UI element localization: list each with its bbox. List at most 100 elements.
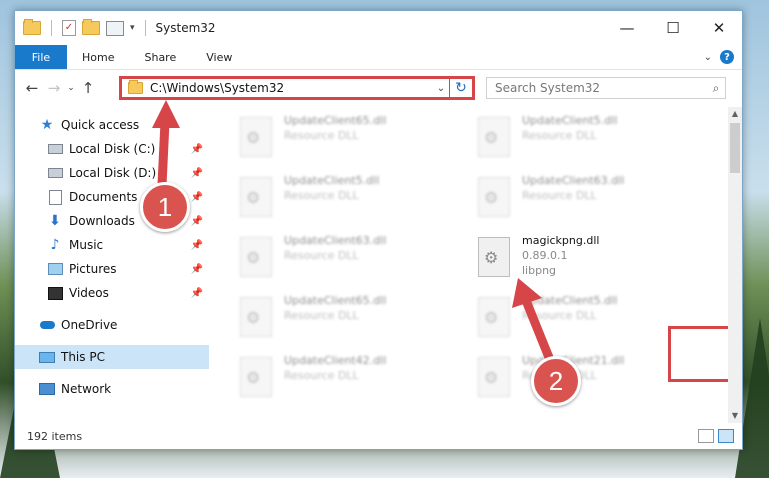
scroll-down-icon[interactable]: ▼: [728, 409, 742, 423]
pin-icon[interactable]: 📌: [191, 216, 203, 227]
window-controls: — ☐ ✕: [604, 11, 742, 45]
download-icon: ⬇: [49, 213, 61, 229]
maximize-button[interactable]: ☐: [650, 11, 696, 45]
sidebar-item-network[interactable]: Network: [15, 377, 209, 401]
dll-file-icon: [478, 357, 510, 397]
step-2-badge: 2: [531, 356, 581, 406]
file-item[interactable]: UpdateClient63.dll Resource DLL: [240, 233, 440, 283]
pin-icon[interactable]: 📌: [191, 144, 203, 155]
search-input[interactable]: Search System32 ⌕: [486, 77, 726, 99]
file-company: libpng: [522, 264, 557, 277]
sidebar-item-pictures[interactable]: Pictures 📌: [15, 257, 209, 281]
scroll-thumb[interactable]: [730, 123, 740, 173]
new-folder-icon[interactable]: [82, 19, 100, 35]
pc-icon: [39, 350, 55, 364]
file-item[interactable]: UpdateClient63.dll Resource DLL: [478, 173, 678, 223]
sidebar-item-music[interactable]: ♪ Music 📌: [15, 233, 209, 257]
sidebar-item-label: Videos: [69, 286, 109, 300]
dll-file-icon: [240, 117, 272, 157]
address-row: ← → ⌄ ↑ C:\Windows\System32 ⌄ ↻ Search S…: [15, 70, 742, 106]
sidebar-item-onedrive[interactable]: OneDrive: [15, 313, 209, 337]
back-arrow-icon[interactable]: ←: [21, 79, 43, 97]
tab-view[interactable]: View: [191, 51, 247, 64]
forward-arrow-icon[interactable]: →: [43, 79, 65, 97]
pin-icon[interactable]: 📌: [191, 240, 203, 251]
pin-icon[interactable]: 📌: [191, 288, 203, 299]
quick-access-toolbar: ✓ ▾: [15, 19, 150, 36]
file-description: Resource DLL: [284, 189, 359, 202]
up-arrow-icon[interactable]: ↑: [77, 79, 99, 97]
sidebar-item-label: Downloads: [69, 214, 135, 228]
explorer-window: ✓ ▾ System32 — ☐ ✕ File Home Share View …: [14, 10, 743, 450]
tab-home[interactable]: Home: [67, 51, 129, 64]
file-name: UpdateClient63.dll: [522, 174, 625, 187]
qa-dropdown-icon[interactable]: ▾: [130, 23, 135, 33]
file-name: UpdateClient5.dll: [284, 174, 380, 187]
sidebar-item-label: This PC: [61, 350, 105, 364]
sidebar-item-quick-access[interactable]: ★ Quick access: [15, 113, 209, 137]
chevron-down-icon[interactable]: ⌄: [433, 83, 449, 94]
sidebar-item-label: Local Disk (D:): [69, 166, 157, 180]
close-button[interactable]: ✕: [696, 11, 742, 45]
sidebar-item-this-pc[interactable]: This PC: [15, 345, 209, 369]
vertical-scrollbar[interactable]: ▲ ▼: [728, 107, 742, 423]
sidebar-item-videos[interactable]: Videos 📌: [15, 281, 209, 305]
sidebar-item-local-disk-d[interactable]: Local Disk (D:) 📌: [15, 161, 209, 185]
details-view-icon[interactable]: [698, 429, 714, 443]
file-item[interactable]: UpdateClient65.dll Resource DLL: [240, 293, 440, 343]
file-item[interactable]: UpdateClient5.dll Resource DLL: [478, 113, 678, 163]
file-name: magickpng.dll: [522, 234, 600, 247]
minimize-button[interactable]: —: [604, 11, 650, 45]
file-name: UpdateClient63.dll: [284, 234, 387, 247]
tab-file[interactable]: File: [15, 45, 67, 69]
documents-icon: [47, 189, 63, 205]
scroll-up-icon[interactable]: ▲: [728, 107, 742, 121]
item-count: 192 items: [27, 429, 83, 443]
file-item[interactable]: UpdateClient5.dll Resource DLL: [240, 173, 440, 223]
dll-file-icon: [478, 117, 510, 157]
network-icon: [39, 382, 55, 396]
sidebar-item-local-disk-c[interactable]: Local Disk (C:) 📌: [15, 137, 209, 161]
highlighted-file-item[interactable]: magickpng.dll 0.89.0.1 libpng: [478, 233, 678, 283]
tab-share[interactable]: Share: [129, 51, 191, 64]
file-name: UpdateClient5.dll: [522, 294, 618, 307]
file-description: Resource DLL: [284, 369, 359, 382]
large-icons-view-icon[interactable]: [718, 429, 734, 443]
title-bar: ✓ ▾ System32 — ☐ ✕: [15, 11, 742, 45]
file-name: UpdateClient5.dll: [522, 114, 618, 127]
pin-icon[interactable]: 📌: [191, 192, 203, 203]
pin-icon[interactable]: 📌: [191, 168, 203, 179]
dll-file-icon: [478, 237, 510, 277]
address-bar[interactable]: C:\Windows\System32 ⌄ ↻: [119, 76, 475, 100]
ribbon: File Home Share View ⌄ ?: [15, 45, 742, 70]
properties-check-icon[interactable]: ✓: [62, 20, 76, 36]
file-item[interactable]: UpdateClient65.dll Resource DLL: [240, 113, 440, 163]
expand-ribbon-icon[interactable]: ⌄: [704, 52, 712, 63]
pin-icon[interactable]: 📌: [191, 264, 203, 275]
drive-icon: [47, 166, 63, 180]
refresh-icon[interactable]: ↻: [449, 79, 472, 97]
music-icon: ♪: [50, 237, 60, 253]
file-item[interactable]: UpdateClient42.dll Resource DLL: [240, 353, 440, 403]
rename-icon[interactable]: [106, 20, 124, 36]
address-path[interactable]: C:\Windows\System32: [150, 81, 433, 95]
help-icon[interactable]: ?: [720, 50, 734, 64]
file-description: Resource DLL: [522, 189, 597, 202]
main-body: ★ Quick access Local Disk (C:) 📌 Local Disk …: [15, 107, 742, 423]
file-name: UpdateClient65.dll: [284, 294, 387, 307]
file-name: UpdateClient42.dll: [284, 354, 387, 367]
search-icon[interactable]: ⌕: [707, 81, 725, 96]
folder-icon: [23, 19, 41, 35]
sidebar-item-label: Pictures: [69, 262, 117, 276]
folder-icon: [128, 80, 143, 94]
file-description: Resource DLL: [522, 129, 597, 142]
search-placeholder[interactable]: Search System32: [487, 81, 707, 95]
dll-file-icon: [240, 297, 272, 337]
recent-dropdown-icon[interactable]: ⌄: [65, 83, 77, 93]
step-1-badge: 1: [140, 182, 190, 232]
file-item[interactable]: UpdateClient5.dll Resource DLL: [478, 293, 678, 343]
dll-file-icon: [478, 297, 510, 337]
sidebar-item-label: Quick access: [61, 118, 140, 132]
dll-file-icon: [478, 177, 510, 217]
file-description: Resource DLL: [522, 309, 597, 322]
